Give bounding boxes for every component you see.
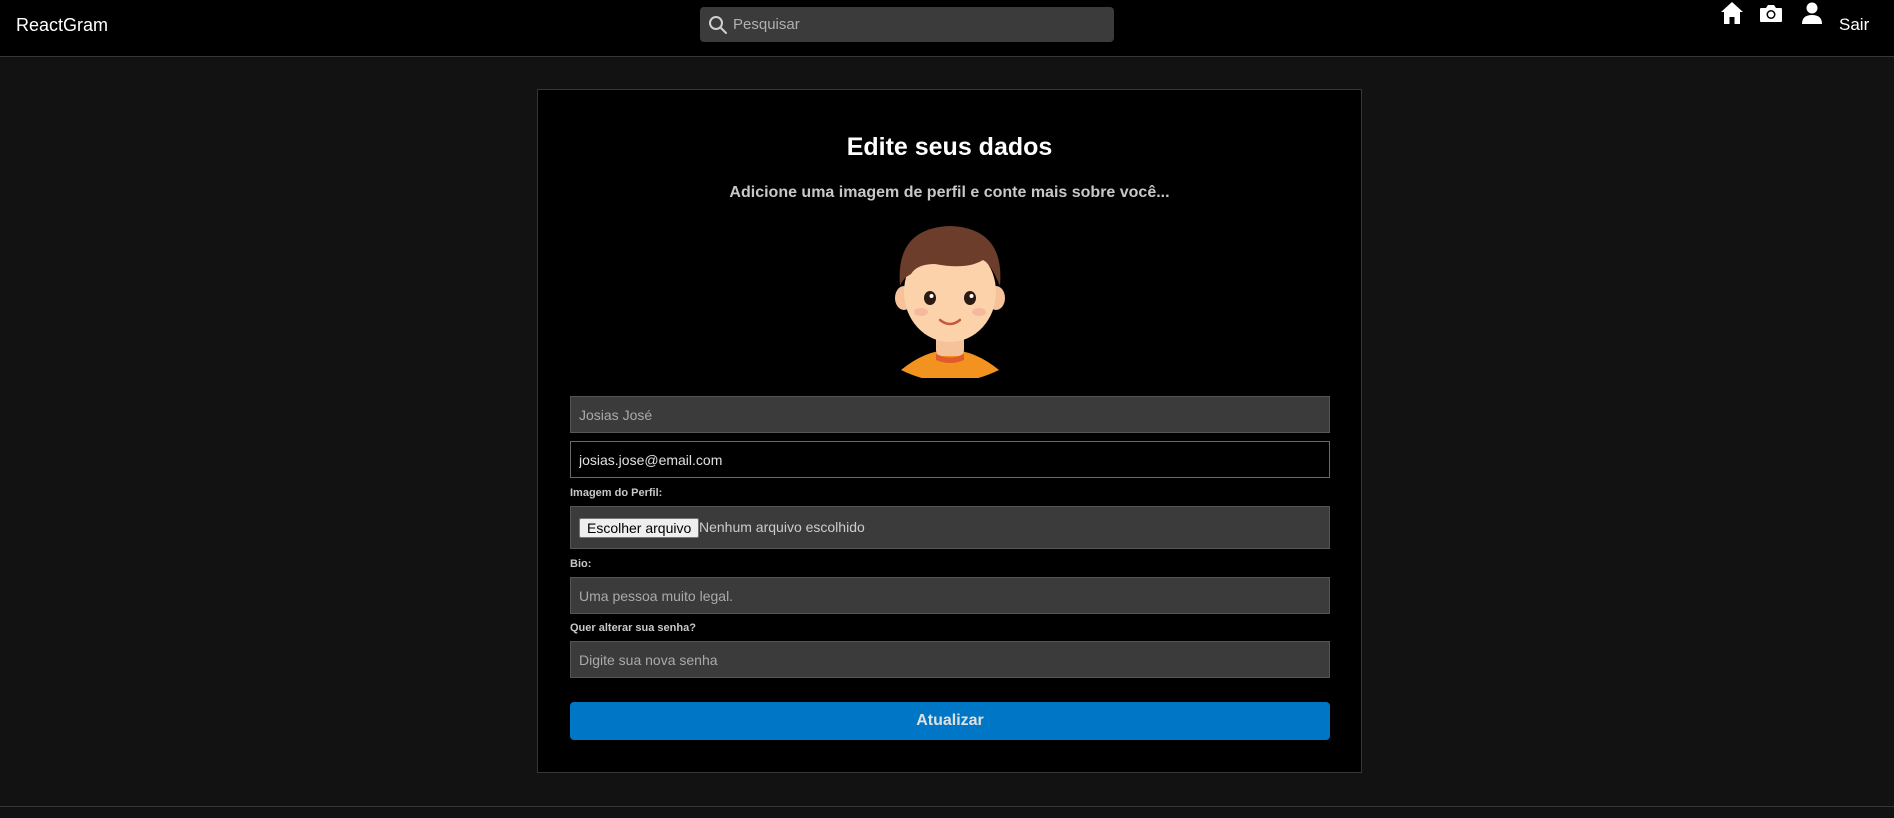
page-title: Edite seus dados [846, 133, 1053, 161]
profile-image-label: Imagem do Perfil: [570, 487, 663, 499]
bio-field[interactable] [570, 577, 1330, 614]
file-status-text: Nenhum arquivo escolhido [699, 519, 865, 535]
footer-divider [0, 806, 1894, 807]
update-button[interactable]: Atualizar [570, 702, 1330, 740]
camera-icon[interactable] [1758, 0, 1784, 26]
password-label: Quer alterar sua senha? [570, 622, 696, 634]
password-field[interactable] [570, 641, 1330, 678]
email-field[interactable] [570, 441, 1330, 478]
search-bar[interactable] [700, 7, 1114, 42]
name-field[interactable] [570, 396, 1330, 433]
choose-file-button[interactable]: Escolher arquivo [579, 518, 700, 538]
navbar: ReactGram Sair [0, 0, 1894, 57]
page-subtitle: Adicione uma imagem de perfil e conte ma… [729, 184, 1170, 201]
logout-link[interactable]: Sair [1839, 14, 1869, 36]
search-input[interactable] [733, 7, 1103, 42]
brand-logo[interactable]: ReactGram [16, 14, 108, 36]
home-icon[interactable] [1719, 0, 1745, 26]
edit-profile-card: Edite seus dados Adicione uma imagem de … [537, 89, 1362, 773]
bio-label: Bio: [570, 558, 592, 570]
search-icon [709, 16, 727, 34]
profile-avatar [895, 226, 1005, 378]
user-icon[interactable] [1799, 0, 1825, 26]
profile-image-picker[interactable]: Escolher arquivo Nenhum arquivo escolhid… [570, 506, 1330, 549]
